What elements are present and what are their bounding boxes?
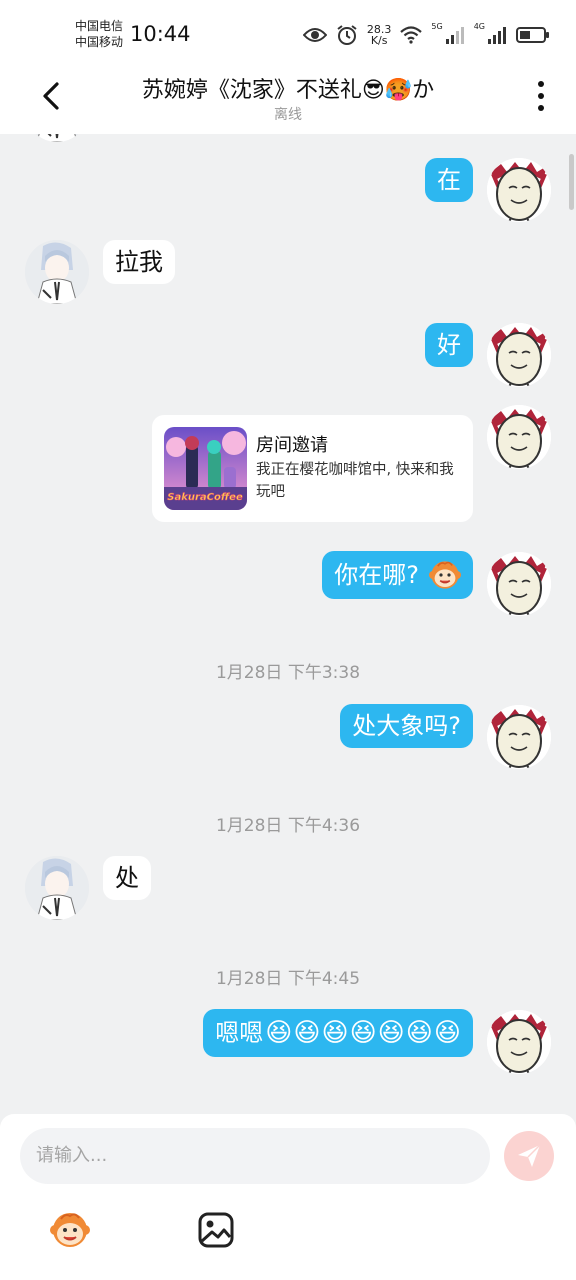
message-text: 嗯嗯 <box>215 1019 264 1047</box>
my-avatar[interactable] <box>487 158 551 222</box>
laughing-emoji-icon: 😆 <box>405 1018 433 1048</box>
message-bubble[interactable]: 拉我 <box>103 240 175 284</box>
input-panel: 请输入... <box>0 1114 576 1280</box>
message-input[interactable]: 请输入... <box>20 1128 490 1184</box>
message-bubble[interactable]: 你在哪? <box>322 551 473 599</box>
eye-icon <box>302 28 327 42</box>
alarm-icon <box>337 25 357 45</box>
grin-monkey-emoji-icon <box>429 559 461 591</box>
image-button[interactable] <box>196 1210 236 1250</box>
my-avatar[interactable] <box>487 1010 551 1074</box>
my-avatar[interactable] <box>487 705 551 769</box>
message-text: 你在哪? <box>334 561 419 589</box>
timestamp: 1月28日 下午4:36 <box>215 816 361 836</box>
message-list[interactable]: 在 拉我 好 SakuraCoffee 房间邀请 我正在樱花咖啡馆中, 快来和我… <box>0 134 576 1114</box>
timestamp: 1月28日 下午4:45 <box>215 969 361 989</box>
send-button[interactable] <box>504 1131 554 1181</box>
laughing-emoji-icon: 😆 <box>293 1018 321 1048</box>
laughing-emoji-icon: 😆 <box>433 1018 461 1048</box>
emoji-button[interactable] <box>48 1210 88 1250</box>
image-icon <box>198 1212 234 1248</box>
signal-icon-2 <box>488 27 506 44</box>
my-avatar[interactable] <box>487 552 551 616</box>
contact-avatar[interactable] <box>25 856 89 920</box>
chat-title: 苏婉婷《沈家》不送礼😎🥵か <box>141 78 435 103</box>
carrier-1: 中国电信 <box>75 19 124 33</box>
message-bubble[interactable]: 处 <box>103 856 151 900</box>
room-invite-card[interactable]: SakuraCoffee 房间邀请 我正在樱花咖啡馆中, 快来和我玩吧 <box>152 415 473 522</box>
scrollbar[interactable] <box>569 154 574 210</box>
message-bubble[interactable]: 好 <box>425 323 473 367</box>
wifi-badge: 5G <box>431 22 443 31</box>
more-button[interactable] <box>526 76 556 116</box>
cell-badge: 4G <box>473 22 485 31</box>
laughing-emoji-icon: 😆 <box>349 1018 377 1048</box>
game-thumbnail: SakuraCoffee <box>164 427 247 510</box>
carrier-labels: 中国电信 中国移动 <box>75 18 123 50</box>
contact-avatar[interactable] <box>25 134 89 142</box>
monkey-emoji-icon <box>48 1210 92 1250</box>
battery-icon <box>516 27 549 43</box>
thumbnail-logo-text: SakuraCoffee <box>167 492 243 503</box>
wifi-icon <box>400 26 423 44</box>
laughing-emoji-icon: 😆 <box>321 1018 349 1048</box>
status-icons: 28.3 K/s 5G 4G <box>302 20 550 50</box>
message-bubble[interactable]: 处大象吗? <box>340 704 473 748</box>
net-speed: 28.3 K/s <box>366 23 392 47</box>
message-bubble[interactable]: 嗯嗯😆😆😆😆😆😆😆 <box>203 1009 473 1057</box>
chat-header: 苏婉婷《沈家》不送礼😎🥵か 离线 <box>0 62 576 134</box>
message-bubble[interactable]: 在 <box>425 158 473 202</box>
status-bar: 中国电信 中国移动 10:44 28.3 K/s 5G 4G <box>0 0 576 62</box>
status-time: 10:44 <box>130 22 191 46</box>
card-title: 房间邀请 <box>256 435 328 456</box>
laughing-emoji-icon: 😆 <box>377 1018 405 1048</box>
timestamp: 1月28日 下午3:38 <box>215 663 361 683</box>
more-vertical-icon <box>538 81 544 87</box>
contact-avatar[interactable] <box>25 240 89 304</box>
send-icon <box>518 1144 541 1167</box>
carrier-2: 中国移动 <box>75 35 124 49</box>
signal-icon-1 <box>445 27 464 44</box>
my-avatar[interactable] <box>487 405 551 469</box>
card-description: 我正在樱花咖啡馆中, 快来和我玩吧 <box>256 462 454 500</box>
laughing-emoji-icon: 😆 <box>265 1018 293 1048</box>
online-status: 离线 <box>274 107 302 123</box>
my-avatar[interactable] <box>487 323 551 387</box>
